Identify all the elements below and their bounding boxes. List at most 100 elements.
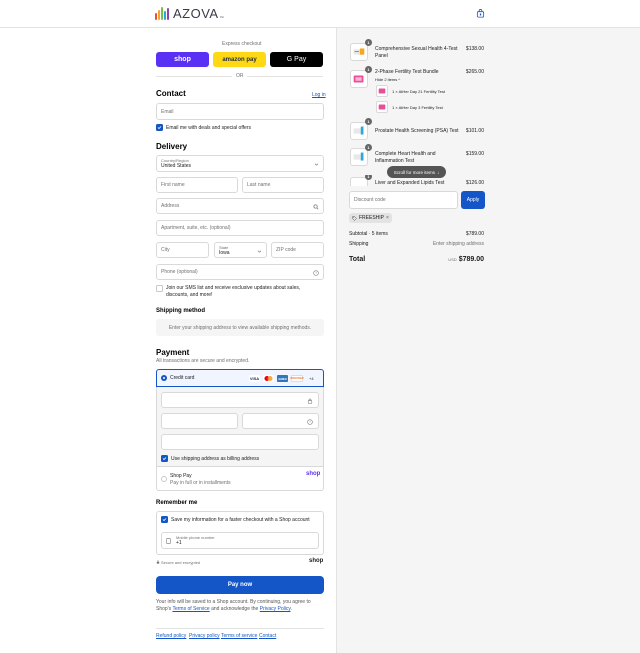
contact-heading: Contact: [156, 89, 186, 98]
shop-pay-sublabel: Pay in full or in installments: [170, 480, 231, 486]
amazon-pay-button[interactable]: amazon pay: [213, 52, 266, 67]
footer-divider: [156, 628, 324, 629]
total-value-group: USD $789.00: [448, 256, 484, 263]
shopping-bag-icon[interactable]: [476, 9, 485, 18]
login-link[interactable]: Log in: [312, 92, 326, 98]
address-placeholder: Address: [161, 203, 180, 209]
product-kit-image: [353, 152, 364, 161]
chevron-down-icon: [257, 250, 262, 253]
country-select[interactable]: Country/Region United States: [156, 155, 324, 172]
product-thumbnail: [350, 43, 368, 61]
last-name-field[interactable]: Last name: [242, 177, 324, 193]
subtotal-label: Subtotal · 5 items: [349, 231, 388, 237]
pay-now-button[interactable]: Pay now: [156, 576, 324, 594]
divider: [247, 76, 323, 77]
zip-field[interactable]: ZIP code: [271, 242, 324, 258]
discover-label: DISCOVER: [290, 377, 304, 380]
help-icon[interactable]: ?: [307, 419, 313, 425]
shipping-method-heading: Shipping method: [156, 308, 205, 314]
credit-card-label: Credit card: [170, 375, 195, 381]
card-number-field[interactable]: [161, 392, 319, 408]
discover-icon: DISCOVER: [290, 375, 304, 382]
expiration-field[interactable]: [161, 413, 238, 429]
express-checkout-label: Express checkout: [222, 41, 262, 47]
payment-heading: Payment: [156, 348, 190, 357]
apply-label: Apply: [466, 197, 480, 203]
product-thumbnail: [350, 122, 368, 140]
amex-icon: AMEX: [277, 375, 288, 382]
item-price: $265.00: [465, 69, 484, 75]
hide-items-label: Hide 2 items: [375, 77, 398, 82]
google-pay-button[interactable]: G Pay: [270, 52, 323, 67]
check-icon: [162, 518, 167, 522]
currency-code: USD: [448, 257, 457, 262]
country-value: United States: [161, 163, 192, 169]
hide-items-toggle[interactable]: Hide 2 items ^: [375, 77, 400, 82]
billing-address-checkbox[interactable]: [161, 455, 168, 462]
first-name-field[interactable]: First name: [156, 177, 238, 193]
item-name: Comprehensive Sexual Health 4-Test Panel: [375, 46, 458, 59]
radio-dot: [163, 377, 165, 379]
product-kit-image: [353, 48, 365, 55]
refund-policy-link[interactable]: Refund policy: [156, 633, 186, 639]
discount-tag-label: FREESHIP: [359, 215, 385, 221]
apply-discount-button[interactable]: Apply: [461, 191, 485, 209]
phone-field[interactable]: Phone (optional) ?: [156, 264, 324, 280]
name-on-card-field[interactable]: [161, 434, 319, 450]
address-field[interactable]: Address: [156, 198, 324, 214]
chevron-up-icon: ^: [398, 77, 401, 82]
svg-text:?: ?: [309, 420, 311, 424]
shop-pay-option[interactable]: [156, 467, 324, 491]
shop-terms-link[interactable]: Terms of Service: [172, 606, 209, 612]
quantity-badge: 1: [365, 175, 372, 180]
city-field[interactable]: City: [156, 242, 209, 258]
sub-item-thumbnail: [376, 85, 388, 97]
city-placeholder: City: [161, 247, 170, 253]
help-icon[interactable]: ?: [313, 270, 319, 276]
shop-pay-button-label: shop: [174, 56, 191, 63]
security-code-field[interactable]: ?: [242, 413, 319, 429]
check-icon: [162, 457, 167, 461]
discount-code-field[interactable]: Discount code: [349, 191, 458, 209]
brand-name: AZOVA: [173, 6, 219, 21]
logo-bar: [161, 7, 163, 20]
item-price: $126.00: [466, 180, 485, 186]
remove-tag-icon[interactable]: ×: [386, 215, 389, 221]
zip-placeholder: ZIP code: [276, 247, 296, 253]
scroll-for-more-button[interactable]: Scroll for more items ↓: [387, 166, 446, 178]
total-label: Total: [349, 256, 366, 263]
remember-me-heading: Remember me: [156, 500, 198, 506]
or-divider-label: OR: [236, 73, 244, 79]
shop-privacy-link[interactable]: Privacy Policy: [260, 606, 291, 612]
svg-text:?: ?: [315, 271, 317, 275]
phone-placeholder: Phone (optional): [161, 269, 198, 275]
shop-pay-radio[interactable]: [161, 476, 167, 482]
email-offers-checkbox[interactable]: [156, 124, 163, 131]
azova-logo[interactable]: AZOVA ™: [155, 7, 224, 20]
terms-of-service-link[interactable]: Terms of service: [221, 633, 257, 639]
state-select[interactable]: State Iowa: [214, 242, 267, 258]
sub-item-name: 1 × AtHer Day 3 Fertility Test: [392, 105, 443, 110]
credit-card-radio[interactable]: [161, 375, 167, 381]
first-name-placeholder: First name: [161, 182, 185, 188]
item-name: Liver and Expanded Lipids Test: [375, 180, 445, 186]
mobile-phone-field[interactable]: Mobile phone number +1: [161, 532, 319, 549]
shop-pay-button[interactable]: shop: [156, 52, 209, 67]
mastercard-icon: [263, 375, 274, 382]
privacy-policy-link[interactable]: Privacy policy: [189, 633, 220, 639]
item-price: $101.00: [465, 128, 484, 134]
sms-checkbox[interactable]: [156, 285, 163, 292]
contact-link[interactable]: Contact: [259, 633, 276, 639]
save-info-label: Save my information for a faster checkou…: [171, 517, 310, 523]
apartment-field[interactable]: Apartment, suite, etc. (optional): [156, 220, 324, 236]
logo-bar: [155, 13, 157, 20]
discount-code-placeholder: Discount code: [354, 197, 386, 203]
divider: [156, 76, 232, 77]
shipping-method-placeholder: Enter your shipping address to view avai…: [156, 319, 324, 336]
logo-bar: [164, 11, 166, 20]
secure-label: Secure and encrypted: [161, 560, 201, 565]
amex-label: AMEX: [278, 376, 287, 381]
scroll-hint-label: Scroll for more items: [393, 169, 435, 175]
save-info-checkbox[interactable]: [161, 516, 168, 523]
email-field[interactable]: Email: [156, 103, 324, 120]
